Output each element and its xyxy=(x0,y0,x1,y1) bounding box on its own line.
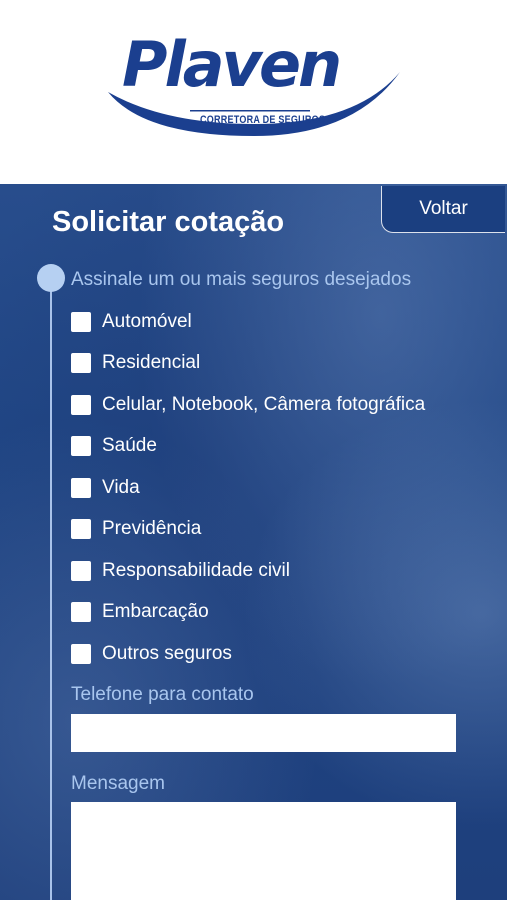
option-embarcacao[interactable]: Embarcação xyxy=(71,601,209,623)
message-textarea[interactable] xyxy=(71,802,456,900)
checkbox[interactable] xyxy=(71,478,91,498)
option-label: Saúde xyxy=(102,435,157,456)
quote-form-panel: Solicitar cotação Voltar Assinale um ou … xyxy=(0,184,507,900)
phone-label: Telefone para contato xyxy=(71,684,254,705)
option-label: Automóvel xyxy=(102,311,192,332)
option-label: Previdência xyxy=(102,518,202,539)
option-label: Vida xyxy=(102,477,140,498)
option-previdencia[interactable]: Previdência xyxy=(71,518,201,540)
option-outros-seguros[interactable]: Outros seguros xyxy=(71,643,232,665)
option-label: Celular, Notebook, Câmera fotográfica xyxy=(102,394,426,415)
option-label: Residencial xyxy=(102,352,201,373)
checkbox[interactable] xyxy=(71,436,91,456)
option-label: Outros seguros xyxy=(102,643,232,664)
checkbox[interactable] xyxy=(71,519,91,539)
page-title: Solicitar cotação xyxy=(52,206,285,238)
option-saude[interactable]: Saúde xyxy=(71,435,157,457)
checkbox[interactable] xyxy=(71,602,91,622)
checkbox[interactable] xyxy=(71,312,91,332)
instructions-label: Assinale um ou mais seguros desejados xyxy=(71,269,412,290)
option-label: Responsabilidade civil xyxy=(102,560,290,581)
option-residencial[interactable]: Residencial xyxy=(71,352,200,374)
checkbox[interactable] xyxy=(71,644,91,664)
header: Plaven CORRETORA DE SEGUROS xyxy=(0,0,507,184)
logo-brand-text: Plaven xyxy=(122,28,342,101)
logo-tagline: CORRETORA DE SEGUROS xyxy=(200,114,326,126)
checkbox[interactable] xyxy=(71,395,91,415)
timeline-dot xyxy=(37,264,65,292)
phone-input[interactable] xyxy=(71,714,456,752)
option-label: Embarcação xyxy=(102,601,209,622)
option-celular-notebook-camera[interactable]: Celular, Notebook, Câmera fotográfica xyxy=(71,394,425,416)
plaven-logo: Plaven CORRETORA DE SEGUROS xyxy=(104,32,404,144)
back-button[interactable]: Voltar xyxy=(381,186,505,233)
option-vida[interactable]: Vida xyxy=(71,477,140,499)
timeline-line xyxy=(50,274,52,900)
option-automovel[interactable]: Automóvel xyxy=(71,311,192,333)
option-responsabilidade-civil[interactable]: Responsabilidade civil xyxy=(71,560,290,582)
message-label: Mensagem xyxy=(71,773,165,794)
checkbox[interactable] xyxy=(71,353,91,373)
checkbox[interactable] xyxy=(71,561,91,581)
